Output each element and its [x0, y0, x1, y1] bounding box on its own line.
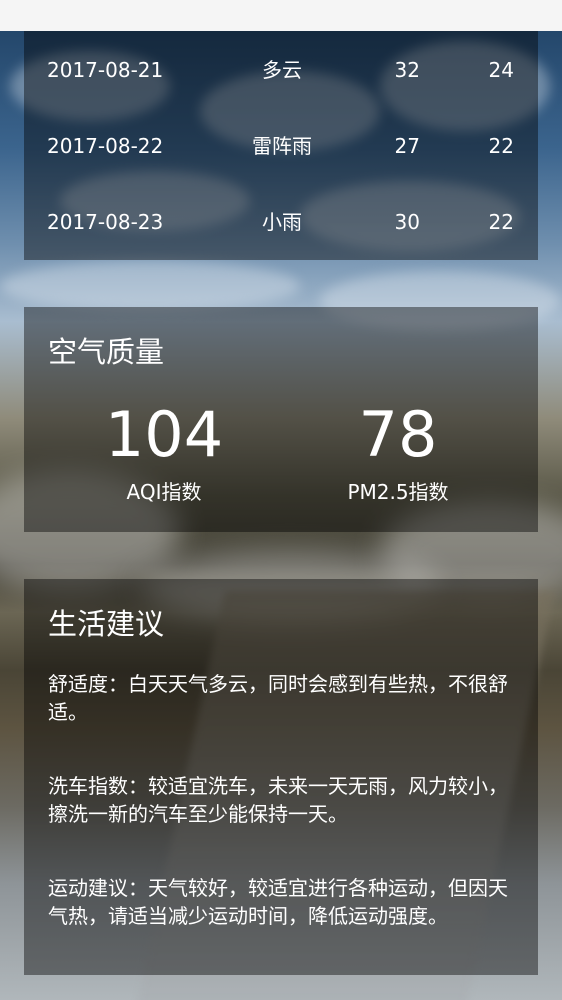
forecast-min-temp: 22 [488, 134, 514, 158]
life-suggestion-card: 生活建议 舒适度：白天天气多云，同时会感到有些热，不很舒适。 洗车指数：较适宜洗… [24, 579, 538, 975]
sport-suggestion: 运动建议：天气较好，较适宜进行各种运动，但因天气热，请适当减少运动时间，降低运动… [48, 876, 508, 928]
forecast-max-temp: 30 [394, 210, 420, 234]
pm25-label: PM2.5指数 [347, 480, 449, 504]
forecast-date: 2017-08-23 [47, 210, 164, 234]
air-quality-card: 空气质量 104 AQI指数 78 PM2.5指数 [24, 307, 538, 532]
forecast-min-temp: 24 [488, 58, 514, 82]
forecast-row[interactable]: 2017-08-22 雷阵雨 27 22 [24, 126, 538, 166]
aqi-label: AQI指数 [126, 480, 202, 504]
pm25-value: 78 [358, 398, 438, 471]
forecast-row[interactable]: 2017-08-21 多云 32 24 [24, 50, 538, 90]
status-bar [0, 0, 562, 31]
life-suggestion-title: 生活建议 [48, 607, 165, 641]
forecast-max-temp: 32 [394, 58, 420, 82]
forecast-date: 2017-08-22 [47, 134, 164, 158]
pm25-block: 78 PM2.5指数 [298, 402, 498, 506]
forecast-row[interactable]: 2017-08-23 小雨 30 22 [24, 202, 538, 242]
forecast-weather: 多云 [262, 58, 302, 82]
weather-screen: 2017-08-21 多云 32 24 2017-08-22 雷阵雨 27 22… [0, 0, 562, 1000]
aqi-value: 104 [104, 398, 224, 471]
forecast-date: 2017-08-21 [47, 58, 164, 82]
air-quality-title: 空气质量 [48, 335, 165, 369]
forecast-min-temp: 22 [488, 210, 514, 234]
comfort-suggestion: 舒适度：白天天气多云，同时会感到有些热，不很舒适。 [48, 672, 508, 724]
forecast-card: 2017-08-21 多云 32 24 2017-08-22 雷阵雨 27 22… [24, 31, 538, 260]
forecast-weather: 雷阵雨 [252, 134, 312, 158]
aqi-block: 104 AQI指数 [64, 402, 264, 506]
forecast-weather: 小雨 [262, 210, 302, 234]
forecast-max-temp: 27 [394, 134, 420, 158]
car-wash-suggestion: 洗车指数：较适宜洗车，未来一天无雨，风力较小，擦洗一新的汽车至少能保持一天。 [48, 774, 508, 826]
